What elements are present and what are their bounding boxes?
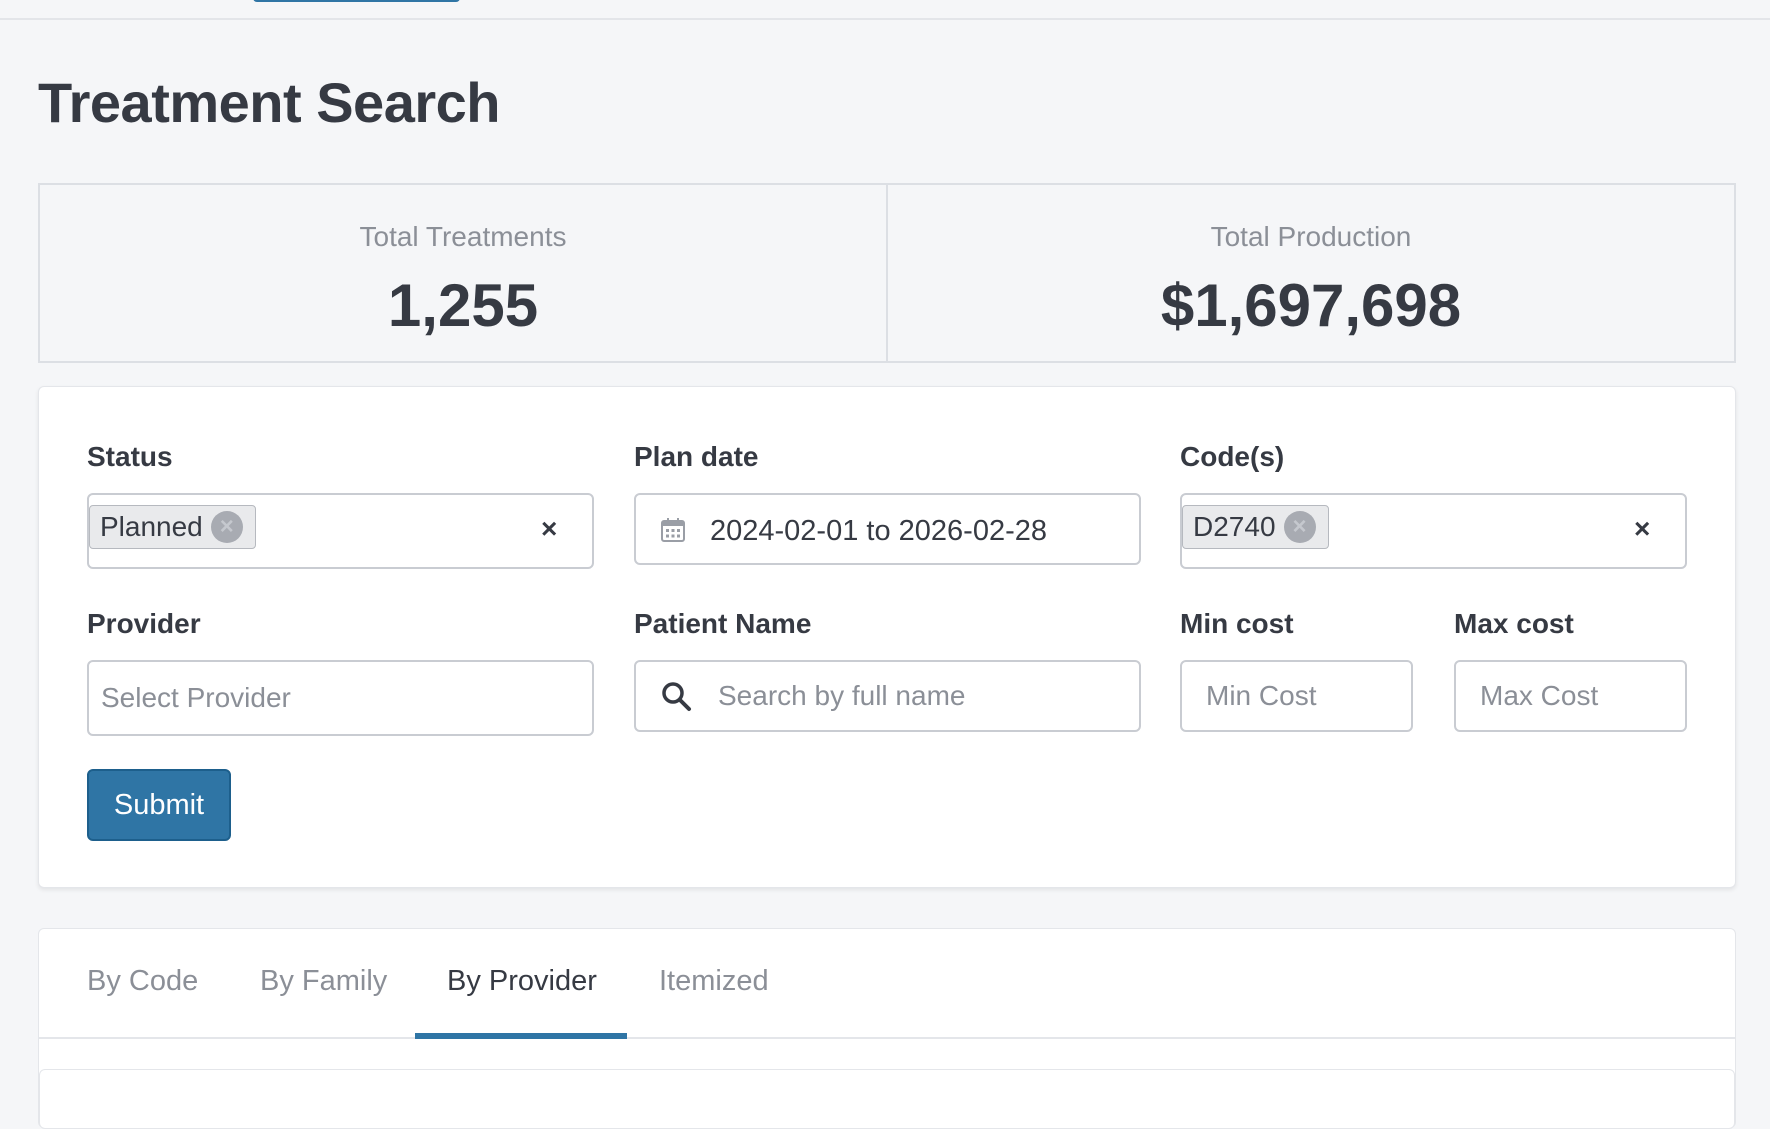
results-tabs-card: By Code By Family By Provider Itemized — [38, 928, 1736, 1129]
tab-itemized[interactable]: Itemized — [659, 965, 769, 998]
plan-date-label: Plan date — [634, 441, 759, 472]
top-nav-active-indicator — [253, 0, 460, 2]
min-cost-input[interactable] — [1180, 660, 1413, 732]
min-cost-label: Min cost — [1180, 608, 1294, 639]
close-icon[interactable]: × — [1634, 513, 1650, 545]
circle-x-icon[interactable]: × — [1283, 511, 1316, 543]
top-nav-bar — [0, 0, 1770, 20]
patient-name-input[interactable] — [706, 662, 1136, 730]
page-title: Treatment Search — [38, 71, 500, 134]
tab-content-card — [39, 1069, 1735, 1129]
patient-search-box[interactable] — [634, 660, 1141, 732]
submit-button[interactable]: Submit — [87, 769, 231, 841]
search-icon — [662, 682, 691, 711]
codes-select[interactable]: D2740 × × — [1180, 493, 1687, 569]
provider-label: Provider — [87, 608, 201, 639]
tab-by-family[interactable]: By Family — [260, 965, 387, 998]
status-select[interactable]: Planned × × — [87, 493, 594, 569]
active-tab-indicator — [415, 1033, 627, 1039]
plan-date-value: 2024-02-01 to 2026-02-28 — [710, 515, 1047, 547]
close-icon[interactable]: × — [541, 513, 557, 545]
codes-label: Code(s) — [1180, 441, 1285, 472]
stat-label: Total Production — [1210, 221, 1412, 252]
provider-select[interactable] — [87, 660, 594, 736]
max-cost-label: Max cost — [1454, 608, 1574, 639]
stat-value: 1,255 — [387, 272, 539, 339]
stat-total-treatments: Total Treatments 1,255 — [40, 185, 886, 361]
stats-panel: Total Treatments 1,255 Total Production … — [38, 183, 1736, 363]
plan-date-picker[interactable]: 2024-02-01 to 2026-02-28 — [634, 493, 1141, 565]
status-label: Status — [87, 441, 173, 472]
tab-by-code[interactable]: By Code — [87, 965, 198, 998]
circle-x-icon[interactable]: × — [210, 511, 243, 543]
calendar-icon — [661, 518, 685, 542]
code-tag-label: D2740 — [1193, 511, 1276, 542]
status-tag-label: Planned — [100, 511, 203, 542]
stat-total-production: Total Production $1,697,698 — [886, 185, 1734, 361]
tab-bar: By Code By Family By Provider Itemized — [39, 929, 1735, 1039]
stat-label: Total Treatments — [359, 221, 567, 252]
tab-by-provider[interactable]: By Provider — [447, 965, 597, 998]
code-tag: D2740 × — [1182, 505, 1329, 549]
filter-card: Status Plan date Code(s) Planned × × 202… — [38, 386, 1736, 888]
patient-name-label: Patient Name — [634, 608, 812, 639]
max-cost-input[interactable] — [1454, 660, 1687, 732]
status-tag: Planned × — [89, 505, 256, 549]
stat-value: $1,697,698 — [1160, 272, 1462, 339]
